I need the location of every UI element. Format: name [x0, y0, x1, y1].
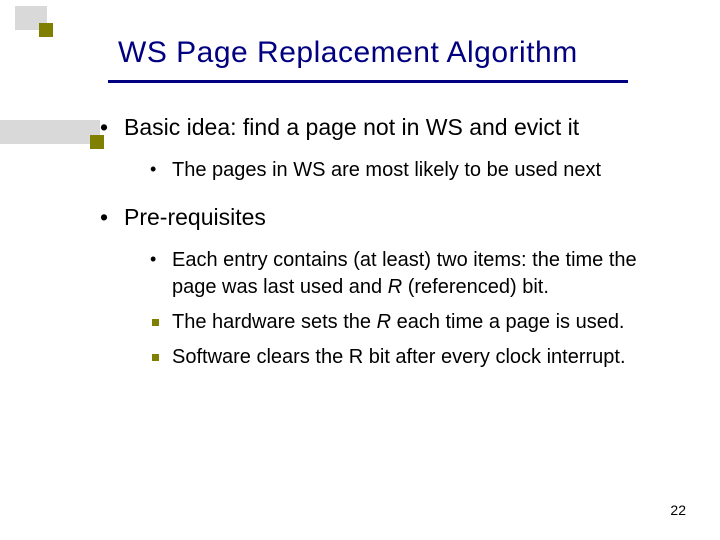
slide: WS Page Replacement Algorithm Basic idea… — [0, 0, 720, 540]
bullet-text-italic: R — [388, 276, 402, 298]
bullet-text-italic: R — [377, 311, 391, 333]
bullet-text-part: (referenced) bit. — [402, 276, 549, 298]
decoration-olive-box-top — [39, 23, 53, 37]
slide-title: WS Page Replacement Algorithm — [118, 36, 578, 70]
bullet-basic-idea: Basic idea: find a page not in WS and ev… — [96, 112, 676, 184]
slide-body: Basic idea: find a page not in WS and ev… — [96, 112, 676, 389]
page-number: 22 — [670, 502, 686, 518]
sub-bullet-entry-items: Each entry contains (at least) two items… — [148, 247, 676, 301]
title-underline — [108, 80, 628, 83]
bullet-text: Pre-requisites — [124, 204, 266, 230]
bullet-text: The pages in WS are most likely to be us… — [172, 159, 601, 181]
sub-bullet-hardware-sets-r: The hardware sets the R each time a page… — [148, 309, 676, 336]
sub-bullet-software-clears-r: Software clears the R bit after every cl… — [148, 344, 676, 371]
bullet-text: Basic idea: find a page not in WS and ev… — [124, 114, 579, 140]
bullet-text-part: each time a page is used. — [391, 311, 624, 333]
sub-bullet-ws-likely: The pages in WS are most likely to be us… — [148, 157, 676, 184]
bullet-prerequisites: Pre-requisites Each entry contains (at l… — [96, 202, 676, 371]
bullet-text-part: The hardware sets the — [172, 311, 377, 333]
bullet-text: Software clears the R bit after every cl… — [172, 346, 626, 368]
decoration-gray-box-mid — [0, 120, 100, 144]
